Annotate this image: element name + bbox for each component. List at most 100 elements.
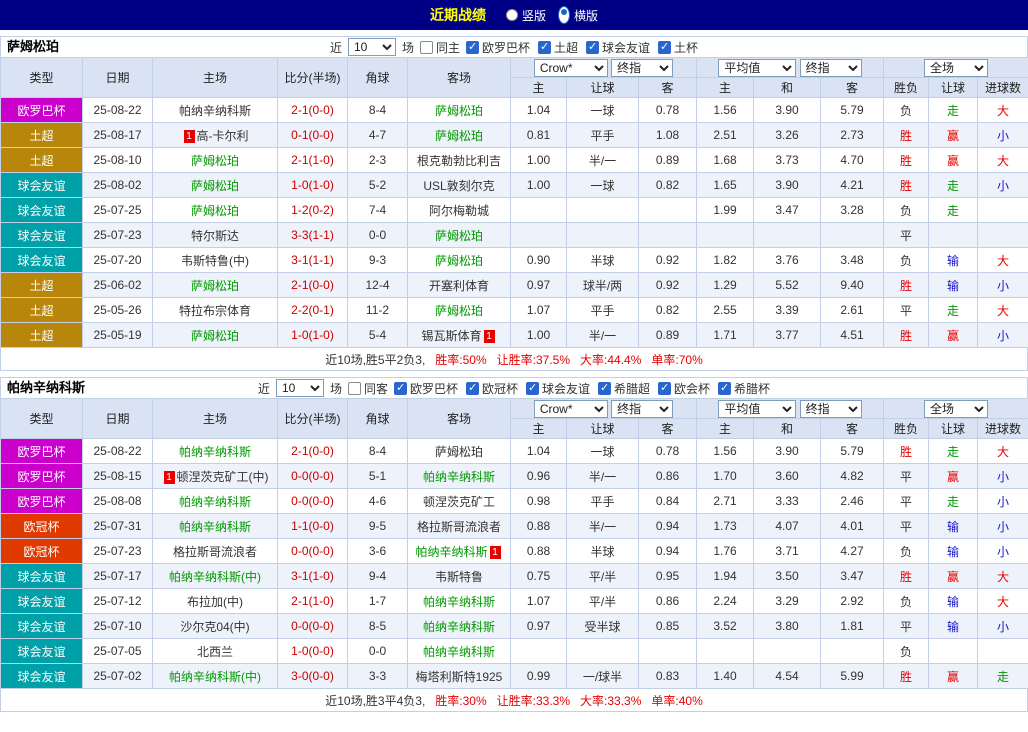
away-team-name[interactable]: 萨姆松珀 — [435, 229, 483, 243]
same-venue-filter[interactable]: 同主 — [420, 39, 460, 56]
scope-select[interactable]: 全场 — [924, 400, 988, 418]
rounds-select[interactable]: 10 — [276, 379, 324, 397]
home-team-name[interactable]: 北西兰 — [197, 645, 233, 659]
score-cell[interactable]: 2-1(0-0) — [278, 98, 348, 123]
home-team-name[interactable]: 萨姆松珀 — [191, 179, 239, 193]
home-team-name[interactable]: 帕纳辛纳科斯 — [179, 445, 251, 459]
away-team-name[interactable]: 阿尔梅勒城 — [429, 204, 489, 218]
away-team-name[interactable]: 开塞利体育 — [429, 279, 489, 293]
home-team-name[interactable]: 帕纳辛纳科斯 — [179, 104, 251, 118]
competition-filter-checkbox[interactable]: 土超 — [538, 39, 578, 56]
avg-home-cell: 3.52 — [697, 614, 754, 639]
home-team-name[interactable]: 萨姆松珀 — [191, 154, 239, 168]
away-team-name[interactable]: 帕纳辛纳科斯 — [423, 595, 495, 609]
away-team-name[interactable]: 帕纳辛纳科斯 — [423, 620, 495, 634]
away-team-name[interactable]: 萨姆松珀 — [435, 445, 483, 459]
odds-company-select[interactable]: Crow* — [534, 400, 608, 418]
score-cell[interactable]: 3-1(1-0) — [278, 564, 348, 589]
match-row: 球会友谊25-07-05北西兰1-0(0-0)0-0帕纳辛纳科斯负 — [1, 639, 1028, 664]
avg-kind-select[interactable]: 终指 — [800, 59, 862, 77]
handicap-result-cell — [929, 223, 978, 248]
away-team-name[interactable]: 锡瓦斯体育 — [421, 329, 481, 343]
home-team-name[interactable]: 顿涅茨克矿工(中) — [177, 470, 269, 484]
away-team-name[interactable]: 梅塔利斯特1925 — [416, 670, 503, 684]
score-cell[interactable]: 1-2(0-2) — [278, 198, 348, 223]
away-team-name[interactable]: 格拉斯哥流浪者 — [417, 520, 501, 534]
home-team-cell: 特尔斯达 — [153, 223, 278, 248]
competition-filter-checkbox[interactable]: 欧罗巴杯 — [394, 380, 458, 397]
away-team-name[interactable]: 萨姆松珀 — [435, 254, 483, 268]
away-team-name[interactable]: 萨姆松珀 — [435, 129, 483, 143]
competition-filter-checkbox[interactable]: 希腊超 — [598, 380, 650, 397]
score-cell[interactable]: 2-1(0-0) — [278, 273, 348, 298]
score-cell[interactable]: 3-0(0-0) — [278, 664, 348, 689]
layout-radio-horizontal[interactable]: 横版 — [558, 6, 598, 24]
avg-kind-select[interactable]: 终指 — [800, 400, 862, 418]
score-cell[interactable]: 2-1(1-0) — [278, 148, 348, 173]
odds-home-cell: 1.04 — [511, 439, 567, 464]
handicap-cell: 半球 — [567, 248, 639, 273]
home-team-name[interactable]: 布拉加(中) — [187, 595, 243, 609]
goals-result-cell: 大 — [978, 439, 1028, 464]
competition-filter-checkbox[interactable]: 球会友谊 — [586, 39, 650, 56]
home-team-name[interactable]: 韦斯特鲁(中) — [181, 254, 249, 268]
home-team-name[interactable]: 帕纳辛纳科斯(中) — [169, 670, 261, 684]
home-team-name[interactable]: 帕纳辛纳科斯 — [179, 495, 251, 509]
score-cell[interactable]: 1-0(1-0) — [278, 173, 348, 198]
home-team-name[interactable]: 帕纳辛纳科斯(中) — [169, 570, 261, 584]
odds-kind-select[interactable]: 终指 — [611, 400, 673, 418]
goals-result-cell: 大 — [978, 98, 1028, 123]
home-team-name[interactable]: 萨姆松珀 — [191, 279, 239, 293]
away-team-name[interactable]: 帕纳辛纳科斯 — [423, 645, 495, 659]
home-team-name[interactable]: 萨姆松珀 — [191, 204, 239, 218]
away-team-name[interactable]: USL敦刻尔克 — [423, 179, 494, 193]
checkbox-icon — [348, 382, 361, 395]
away-team-name[interactable]: 萨姆松珀 — [435, 304, 483, 318]
score-cell[interactable]: 1-0(0-0) — [278, 639, 348, 664]
score-cell[interactable]: 2-2(0-1) — [278, 298, 348, 323]
same-venue-filter[interactable]: 同客 — [348, 380, 388, 397]
home-team-name[interactable]: 特拉布宗体育 — [179, 304, 251, 318]
score-cell[interactable]: 3-1(1-1) — [278, 248, 348, 273]
away-team-name[interactable]: 顿涅茨克矿工 — [423, 495, 495, 509]
competition-filter-checkbox[interactable]: 土杯 — [658, 39, 698, 56]
home-team-name[interactable]: 高-卡尔利 — [197, 129, 249, 143]
competition-filter-checkbox[interactable]: 球会友谊 — [526, 380, 590, 397]
home-team-name[interactable]: 帕纳辛纳科斯 — [179, 520, 251, 534]
odds-company-select[interactable]: Crow* — [534, 59, 608, 77]
home-team-name[interactable]: 萨姆松珀 — [191, 329, 239, 343]
layout-radio-vertical[interactable]: 竖版 — [506, 7, 546, 24]
away-team-name[interactable]: 根克勒勃比利吉 — [417, 154, 501, 168]
score-cell[interactable]: 1-0(1-0) — [278, 323, 348, 348]
away-team-name[interactable]: 萨姆松珀 — [435, 104, 483, 118]
away-team-name[interactable]: 韦斯特鲁 — [435, 570, 483, 584]
avg-away-cell: 4.51 — [821, 323, 884, 348]
competition-filter-checkbox[interactable]: 欧罗巴杯 — [466, 39, 530, 56]
away-team-name[interactable]: 帕纳辛纳科斯 — [415, 545, 487, 559]
score-cell[interactable]: 0-0(0-0) — [278, 614, 348, 639]
score-cell[interactable]: 1-1(0-0) — [278, 514, 348, 539]
competition-filter-checkbox[interactable]: 欧会杯 — [658, 380, 710, 397]
avg-source-select[interactable]: 平均值 — [718, 400, 796, 418]
score-cell[interactable]: 0-0(0-0) — [278, 539, 348, 564]
odds-away-cell: 0.83 — [639, 664, 697, 689]
score-cell[interactable]: 3-3(1-1) — [278, 223, 348, 248]
score-cell[interactable]: 0-0(0-0) — [278, 464, 348, 489]
competition-filter-checkbox[interactable]: 欧冠杯 — [466, 380, 518, 397]
home-team-name[interactable]: 沙尔克04(中) — [180, 620, 249, 634]
score-cell[interactable]: 0-0(0-0) — [278, 489, 348, 514]
score-cell[interactable]: 2-1(1-0) — [278, 589, 348, 614]
corners-cell: 1-7 — [348, 589, 408, 614]
home-team-name[interactable]: 格拉斯哥流浪者 — [173, 545, 257, 559]
score-cell[interactable]: 0-1(0-0) — [278, 123, 348, 148]
rounds-select[interactable]: 10 — [348, 38, 396, 56]
odds-home-cell: 0.98 — [511, 489, 567, 514]
home-team-name[interactable]: 特尔斯达 — [191, 229, 239, 243]
away-team-name[interactable]: 帕纳辛纳科斯 — [423, 470, 495, 484]
avg-source-select[interactable]: 平均值 — [718, 59, 796, 77]
competition-filter-checkbox[interactable]: 希腊杯 — [718, 380, 770, 397]
scope-select[interactable]: 全场 — [924, 59, 988, 77]
result-cell: 平 — [884, 223, 929, 248]
odds-kind-select[interactable]: 终指 — [611, 59, 673, 77]
score-cell[interactable]: 2-1(0-0) — [278, 439, 348, 464]
